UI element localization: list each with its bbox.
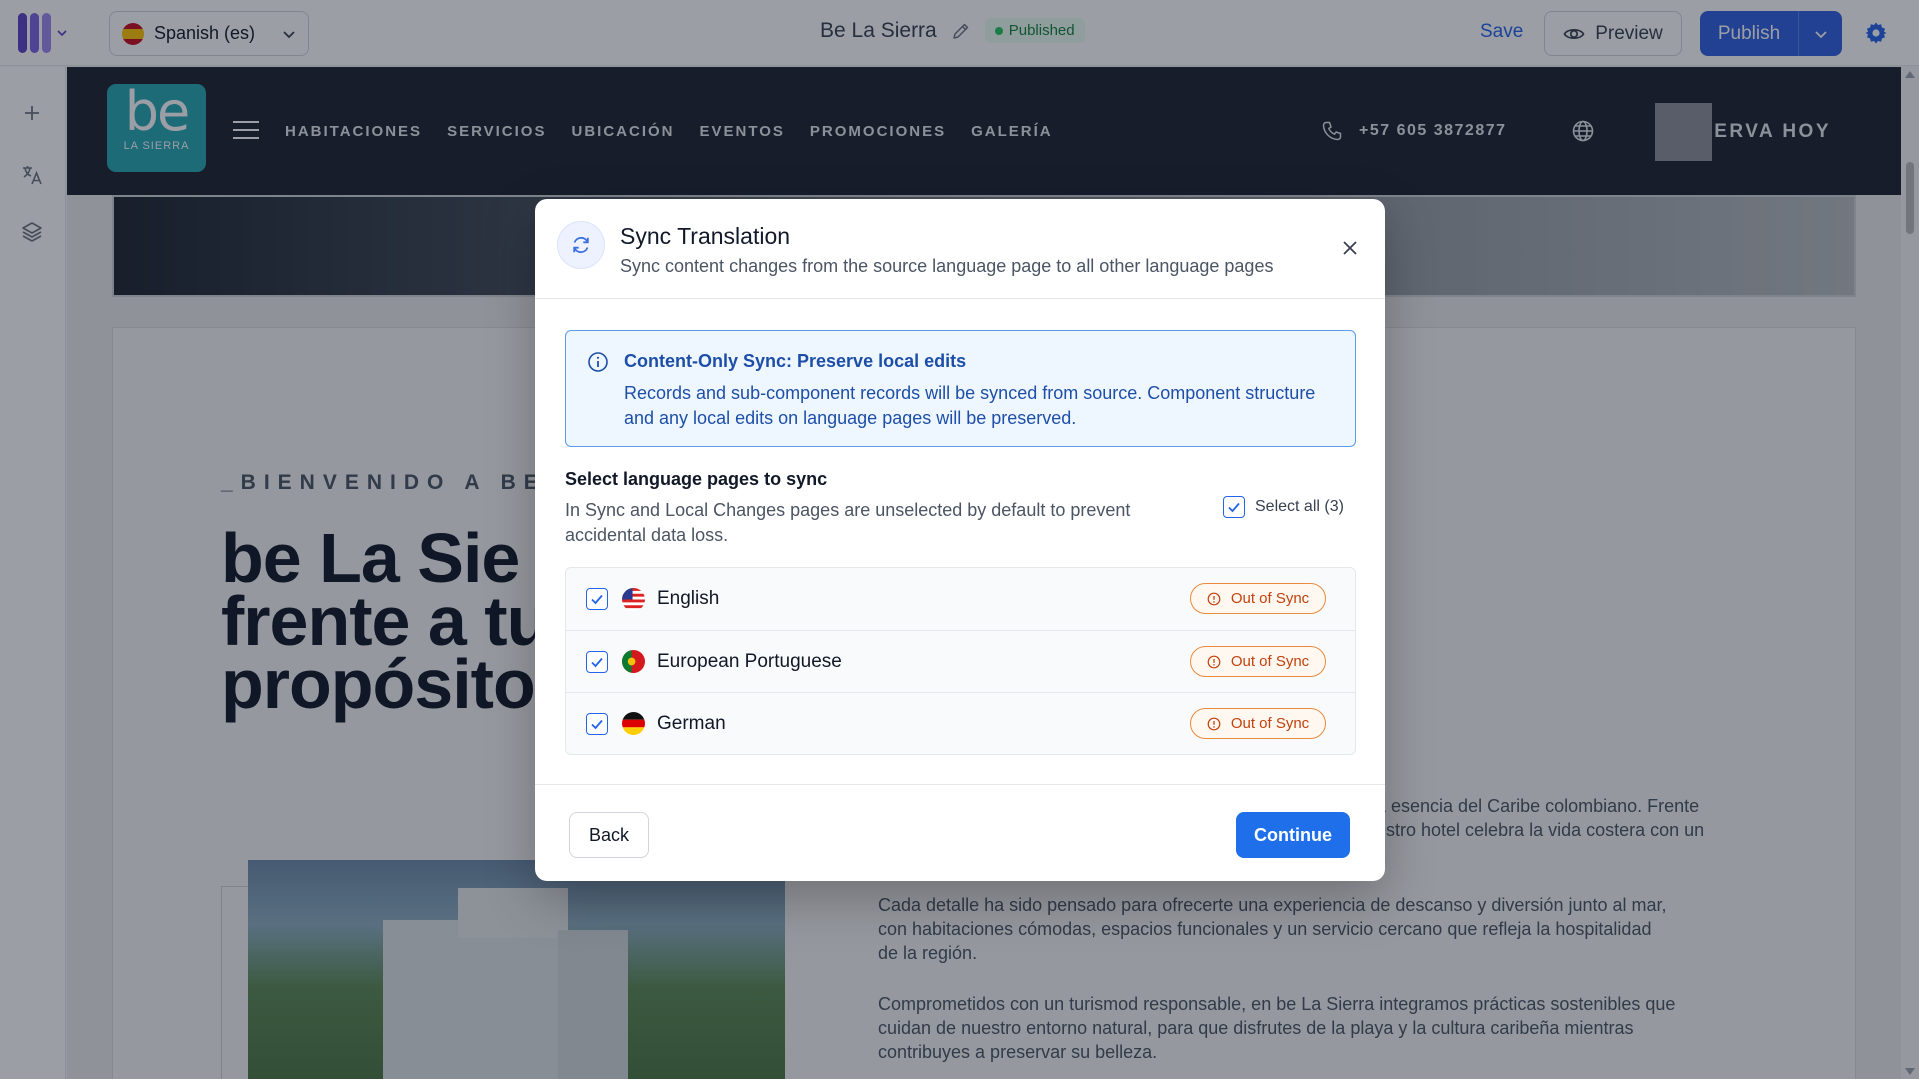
portugal-flag-icon	[622, 650, 645, 673]
close-icon[interactable]	[1340, 238, 1360, 258]
status-badge: Out of Sync	[1190, 646, 1326, 677]
list-item[interactable]: German Out of Sync	[566, 692, 1355, 754]
sync-icon	[573, 236, 589, 254]
status-badge-label: Out of Sync	[1230, 715, 1310, 732]
status-badge-label: Out of Sync	[1230, 653, 1310, 670]
language-name: European Portuguese	[657, 650, 842, 672]
continue-button[interactable]: Continue	[1236, 812, 1350, 858]
back-button[interactable]: Back	[569, 812, 649, 858]
us-flag-icon	[622, 587, 645, 611]
select-pages-heading: Select language pages to sync	[565, 469, 828, 489]
language-name: English	[657, 588, 720, 609]
select-all-label: Select all (3)	[1255, 498, 1344, 515]
dialog-header: Sync Translation Sync content changes fr…	[535, 199, 1385, 299]
list-item[interactable]: English Out of Sync	[566, 568, 1355, 630]
checkbox[interactable]	[586, 588, 608, 610]
status-badge: Out of Sync	[1190, 583, 1326, 614]
checkbox[interactable]	[586, 650, 608, 673]
checkbox[interactable]	[586, 712, 608, 735]
language-name: German	[657, 712, 726, 734]
info-callout-title: Content-Only Sync: Preserve local edits	[624, 351, 967, 371]
info-callout-text: Records and sub-component records will b…	[624, 383, 1316, 428]
warning-circle-icon	[1207, 592, 1221, 605]
sync-translation-dialog: Sync Translation Sync content changes fr…	[535, 199, 1385, 881]
select-all-checkbox[interactable]: Select all (3)	[1223, 496, 1344, 518]
check-icon	[591, 657, 603, 667]
dialog-title: Sync Translation	[620, 223, 791, 249]
language-list: English Out of Sync European Portuguese …	[565, 567, 1356, 755]
check-icon	[1228, 502, 1240, 513]
select-pages-description: In Sync and Local Changes pages are unse…	[565, 500, 1131, 545]
check-icon	[591, 719, 603, 729]
dialog-footer: Back Continue	[535, 784, 1385, 881]
sync-icon-badge	[557, 221, 605, 269]
info-icon	[588, 352, 608, 372]
info-callout: Content-Only Sync: Preserve local edits …	[565, 330, 1356, 447]
status-badge-label: Out of Sync	[1230, 590, 1310, 607]
check-icon	[591, 594, 603, 605]
warning-circle-icon	[1207, 717, 1221, 730]
germany-flag-icon	[622, 712, 645, 735]
warning-circle-icon	[1207, 655, 1221, 668]
checkbox[interactable]	[1223, 496, 1245, 518]
dialog-subtitle: Sync content changes from the source lan…	[620, 256, 1274, 276]
list-item[interactable]: European Portuguese Out of Sync	[566, 630, 1355, 692]
status-badge: Out of Sync	[1190, 708, 1326, 739]
